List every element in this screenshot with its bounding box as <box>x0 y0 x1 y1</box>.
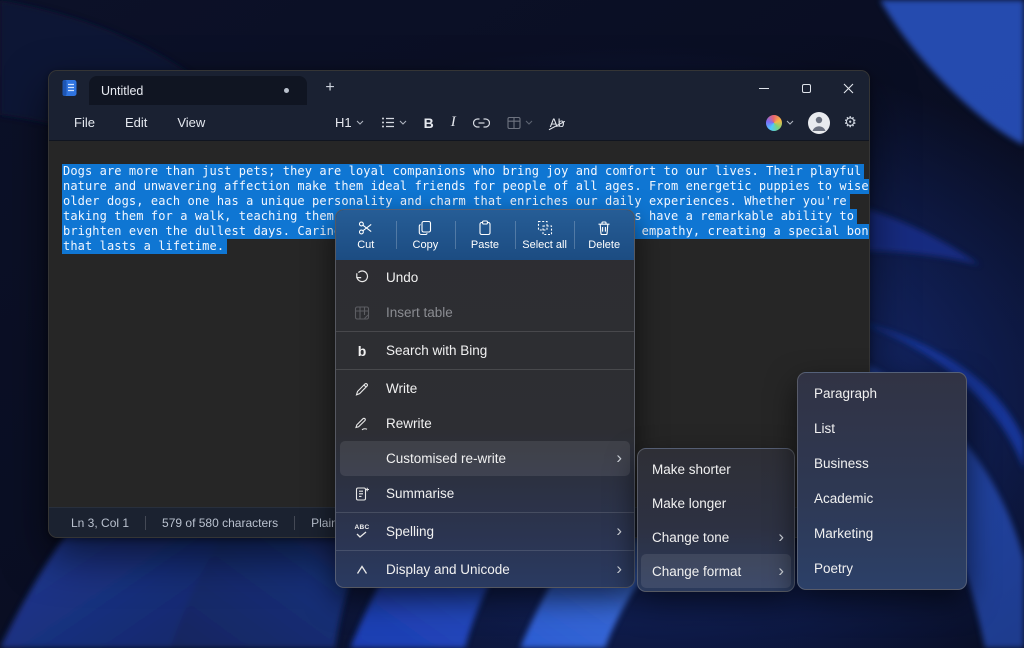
copy-icon <box>417 220 433 236</box>
submenu-arrow-icon: › <box>616 449 622 466</box>
customised-rewrite-submenu: Make shorter Make longer Change tone › C… <box>637 448 795 592</box>
menu-bar: File Edit View <box>63 110 216 135</box>
insert-table-dropdown[interactable] <box>507 116 533 130</box>
desktop: { "colors": { "selection_blue": "#0f76d3… <box>0 0 1024 648</box>
menu-separator <box>336 512 634 513</box>
toolbar: File Edit View H1 B I <box>49 105 869 141</box>
user-avatar-icon <box>808 112 830 134</box>
menu-edit[interactable]: Edit <box>114 110 158 135</box>
italic-button[interactable]: I <box>451 114 456 131</box>
menu-item-summarise[interactable]: Summarise <box>336 476 634 511</box>
editor-line: older dogs, each one has a unique person… <box>62 194 859 209</box>
minimize-icon <box>759 88 769 89</box>
bold-button[interactable]: B <box>424 115 434 131</box>
menu-item-make-longer[interactable]: Make longer <box>638 486 794 520</box>
bing-icon: b <box>358 344 367 358</box>
menu-item-write[interactable]: Write <box>336 371 634 406</box>
close-icon <box>843 83 854 94</box>
tab-title: Untitled <box>101 84 284 98</box>
maximize-button[interactable] <box>785 71 827 105</box>
titlebar: Untitled + <box>49 71 869 105</box>
tab-untitled[interactable]: Untitled <box>89 76 307 105</box>
table-icon <box>354 305 370 321</box>
submenu-arrow-icon: › <box>778 528 784 545</box>
caret-icon <box>354 562 370 578</box>
menu-item-change-tone[interactable]: Change tone › <box>638 520 794 554</box>
notepad-app-icon <box>49 79 89 97</box>
menu-item-display-and-unicode[interactable]: Display and Unicode › <box>336 552 634 587</box>
undo-icon <box>354 270 370 286</box>
new-tab-button[interactable]: + <box>317 75 343 101</box>
copy-button[interactable]: Copy <box>396 210 456 260</box>
table-icon <box>507 116 521 130</box>
gear-icon: ⚙ <box>844 114 857 131</box>
list-dropdown[interactable] <box>381 116 407 129</box>
menu-item-spelling[interactable]: ABC Spelling › <box>336 514 634 549</box>
chevron-down-icon <box>399 120 407 125</box>
cursor-position: Ln 3, Col 1 <box>71 516 129 530</box>
menu-separator <box>336 550 634 551</box>
list-icon <box>381 116 395 129</box>
menu-item-insert-table[interactable]: Insert table <box>336 295 634 330</box>
menu-item-academic[interactable]: Academic <box>798 481 966 516</box>
statusbar-divider <box>294 516 295 530</box>
menu-item-paragraph[interactable]: Paragraph <box>798 376 966 411</box>
cut-button[interactable]: Cut <box>336 210 396 260</box>
trash-icon <box>596 220 612 236</box>
editor-line: Dogs are more than just pets; they are l… <box>62 164 859 179</box>
copilot-dropdown[interactable] <box>766 115 794 131</box>
close-button[interactable] <box>827 71 869 105</box>
context-menu: Cut Copy Paste Select all Delete Undo <box>335 209 635 588</box>
select-all-button[interactable]: Select all <box>515 210 575 260</box>
menu-file[interactable]: File <box>63 110 106 135</box>
pen-icon <box>354 381 370 397</box>
formatting-toolbar: H1 B I Ab <box>335 114 564 131</box>
insert-link-button[interactable] <box>473 117 490 129</box>
settings-button[interactable]: ⚙ <box>844 115 857 130</box>
menu-view[interactable]: View <box>166 110 216 135</box>
change-format-submenu: Paragraph List Business Academic Marketi… <box>797 372 967 590</box>
menu-item-list[interactable]: List <box>798 411 966 446</box>
character-count: 579 of 580 characters <box>162 516 278 530</box>
menu-item-marketing[interactable]: Marketing <box>798 516 966 551</box>
rewrite-pen-icon <box>354 416 370 432</box>
chevron-down-icon <box>525 120 533 125</box>
editor-line: nature and unwavering affection make the… <box>62 179 859 194</box>
menu-item-customised-rewrite[interactable]: Customised re-write › <box>340 441 630 476</box>
paste-button[interactable]: Paste <box>455 210 515 260</box>
window-controls <box>743 71 869 105</box>
unsaved-indicator-icon <box>284 88 289 93</box>
chevron-down-icon <box>786 120 794 125</box>
heading-dropdown[interactable]: H1 <box>335 115 364 130</box>
clear-formatting-button[interactable]: Ab <box>550 116 565 130</box>
menu-separator <box>336 369 634 370</box>
select-all-icon <box>537 220 553 236</box>
context-menu-action-row: Cut Copy Paste Select all Delete <box>336 210 634 260</box>
menu-item-change-format[interactable]: Change format › <box>641 554 791 588</box>
menu-item-search-with-bing[interactable]: b Search with Bing <box>336 333 634 368</box>
spellcheck-icon: ABC <box>355 525 370 539</box>
menu-item-make-shorter[interactable]: Make shorter <box>638 452 794 486</box>
menu-item-rewrite[interactable]: Rewrite <box>336 406 634 441</box>
summarise-doc-icon <box>354 486 370 502</box>
maximize-icon <box>802 84 811 93</box>
toolbar-right: ⚙ <box>766 112 857 134</box>
paste-icon <box>477 220 493 236</box>
submenu-arrow-icon: › <box>616 522 622 539</box>
link-icon <box>473 117 490 129</box>
menu-item-business[interactable]: Business <box>798 446 966 481</box>
scissors-icon <box>358 220 374 236</box>
copilot-icon <box>766 115 782 131</box>
chevron-down-icon <box>356 120 364 125</box>
statusbar-divider <box>145 516 146 530</box>
menu-item-poetry[interactable]: Poetry <box>798 551 966 586</box>
submenu-arrow-icon: › <box>616 560 622 577</box>
account-button[interactable] <box>808 112 830 134</box>
menu-item-undo[interactable]: Undo <box>336 260 634 295</box>
menu-separator <box>336 331 634 332</box>
delete-button[interactable]: Delete <box>574 210 634 260</box>
minimize-button[interactable] <box>743 71 785 105</box>
submenu-arrow-icon: › <box>778 562 784 579</box>
